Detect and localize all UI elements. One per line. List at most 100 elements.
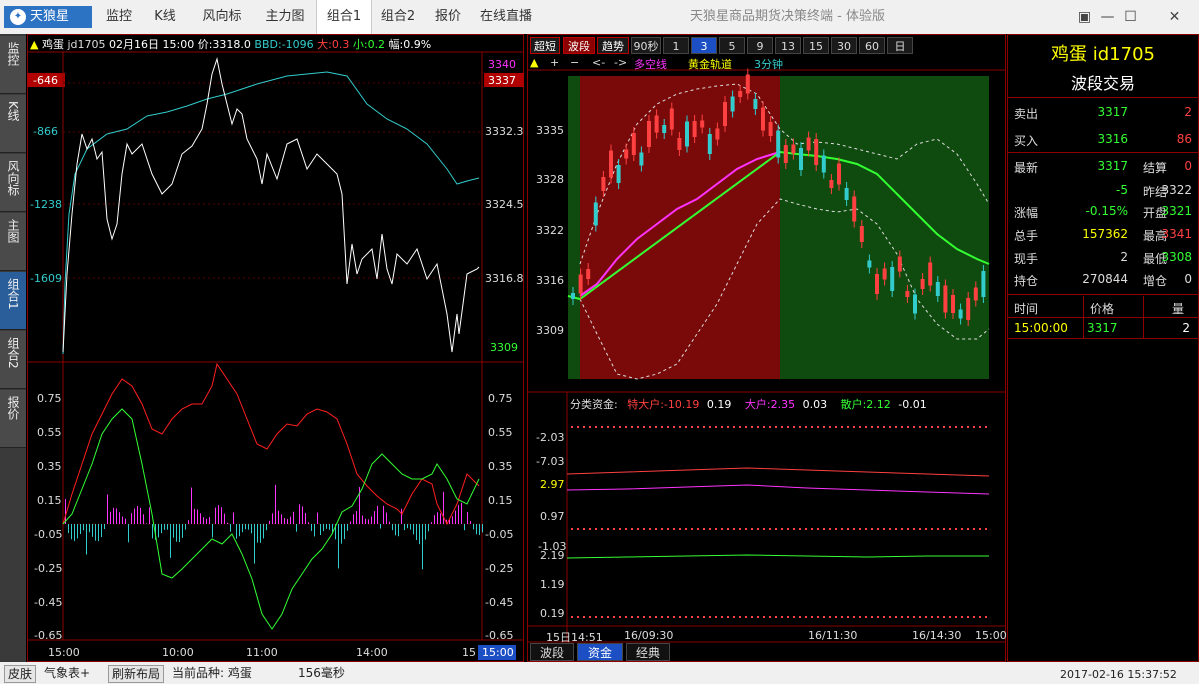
side-tab-label: 监控 [6,42,20,66]
fund-dot [961,528,963,530]
menu-combo2[interactable]: 组合2 [374,0,422,34]
side-tab-kline[interactable]: K线 [0,95,26,153]
menu-quote[interactable]: 报价 [428,0,468,34]
fund-dot [979,426,981,428]
fund-dot [667,528,669,530]
fund-dot [745,426,747,428]
fund-dot [877,528,879,530]
fund-dot [709,426,711,428]
fund-dot [889,616,891,618]
latest-value: 3317 [1097,159,1128,173]
oscillator-bar [323,524,324,532]
fund-dot [571,528,573,530]
menu-main-chart[interactable]: 主力图 [258,0,312,34]
app-logo[interactable]: ✦ 天狼星 [4,6,92,28]
oscillator-bar [356,511,357,524]
refresh-layout-button[interactable]: 刷新布局 [108,665,165,683]
weather-toggle[interactable]: 气象表+ [44,665,90,681]
osc-right-axis-label: -0.65 [485,629,514,642]
side-tab-combo1[interactable]: 组合1 [0,272,26,330]
fund-dot [673,426,675,428]
fund-dot [679,528,681,530]
fund-dot [937,616,939,618]
oscillator-bar [230,524,231,532]
candle-body [685,121,689,147]
fund-dot [703,528,705,530]
candle-body [814,139,819,165]
fund-dot [925,616,927,618]
side-tab-label: K线 [6,101,20,121]
oscillator-bar [158,524,159,538]
fund-dot [607,616,609,618]
candle-body [943,285,948,313]
fund-dot [631,426,633,428]
sell-price: 3317 [1097,105,1128,119]
side-tab-combo2[interactable]: 组合2 [0,331,26,389]
menu-live[interactable]: 在线直播 [474,0,538,34]
side-tab-wind-vane[interactable]: 风向标 [0,154,26,212]
oscillator-bar [305,513,306,524]
fund-dot [847,426,849,428]
candle-body [654,115,659,133]
close-button[interactable]: ✕ [1152,0,1197,34]
menu-kline[interactable]: K线 [146,0,184,34]
side-tab-monitor[interactable]: 监控 [0,36,26,94]
fund-dot [703,616,705,618]
fund-dot [859,616,861,618]
candle-body [973,287,978,301]
oscillator-bar [233,512,234,524]
low-value: 3308 [1161,250,1192,264]
candle-body [837,163,841,185]
osc-left-axis-label: -0.25 [34,562,63,575]
fund-dot [655,616,657,618]
fund-large: 大户:2.35 [744,398,796,411]
sell-volume: 2 [1184,105,1192,119]
tab-swing[interactable]: 波段 [530,643,574,661]
oscillator-bar [290,516,291,524]
fund-dot [649,426,651,428]
candle-body [829,180,834,188]
fund-dot [811,616,813,618]
open-interest-value: 270844 [1082,272,1128,286]
fund-dot [823,528,825,530]
fund-dot [781,528,783,530]
candle-body [951,295,955,313]
skin-button[interactable]: 皮肤 [4,665,37,683]
maximize-button[interactable]: ☐ [1108,0,1153,34]
menu-wind-vane[interactable]: 风向标 [196,0,248,34]
oscillator-bar [101,524,102,538]
oscillator-bar [191,487,192,524]
candle-body [981,271,986,297]
candle-body [821,155,826,173]
oscillator-bar [146,523,147,524]
fund-dot [895,616,897,618]
fund-dot [637,426,639,428]
side-tab-quote[interactable]: 报价 [0,390,26,448]
fund-axis-label: 0.19 [540,607,565,620]
fund-dot [673,528,675,530]
oscillator-bar [200,513,201,524]
fund-dot [685,616,687,618]
fund-dot [793,426,795,428]
tab-funds[interactable]: 资金 [577,643,623,661]
oscillator-bar [452,516,453,524]
fund-dot [583,528,585,530]
oscillator-bar [371,516,372,524]
fund-dot [733,528,735,530]
oscillator-bar [125,518,126,524]
oscillator-bar [71,524,72,540]
oscillator-bar [254,524,255,564]
tab-classic[interactable]: 经典 [626,643,670,661]
fund-dot [751,426,753,428]
oscillator-bar [329,524,330,530]
candle-body [913,294,917,314]
fund-dot [883,616,885,618]
candle-body [609,150,613,178]
menu-combo1[interactable]: 组合1 [316,0,372,34]
side-tab-main-chart[interactable]: 主图 [0,213,26,271]
fund-dot [583,426,585,428]
menu-monitor[interactable]: 监控 [100,0,138,34]
fund-super-large: 特大户:-10.19 [627,398,700,411]
datetime: 2017-02-16 15:37:52 [1060,668,1177,681]
oscillator-bar [353,514,354,524]
